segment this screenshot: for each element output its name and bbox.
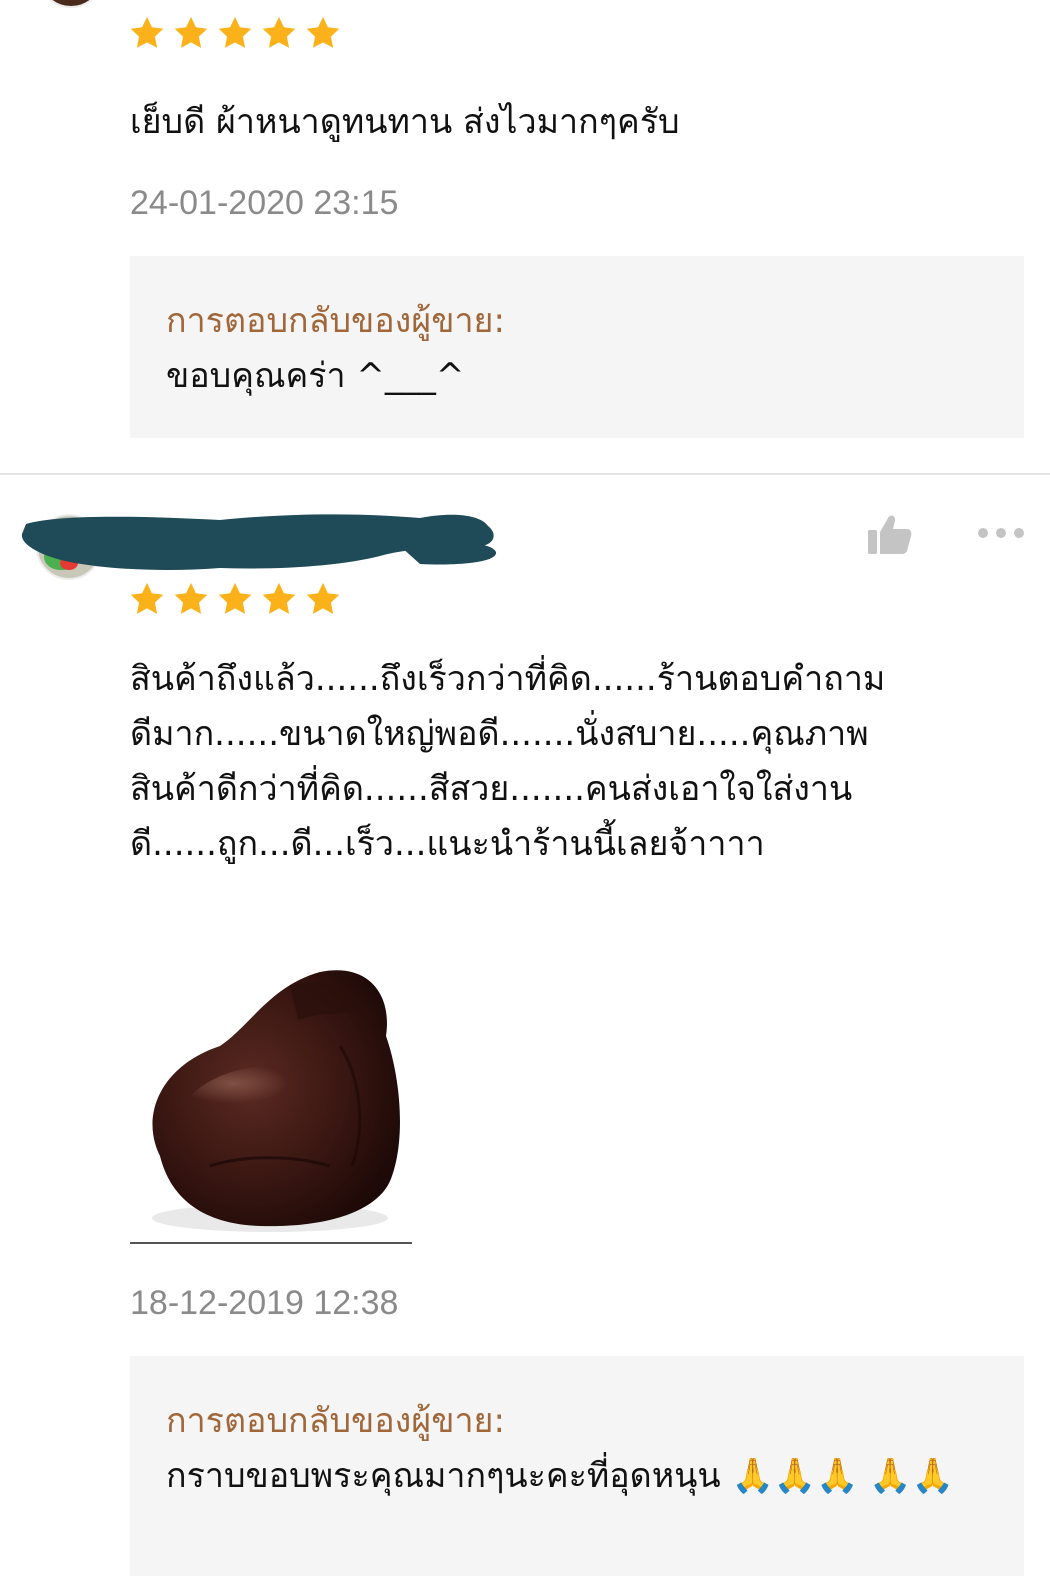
star-icon (306, 16, 340, 48)
review-timestamp: 24-01-2020 23:15 (130, 184, 399, 222)
seller-reply-box: การตอบกลับของผู้ขาย: กราบขอบพระคุณมากๆนะ… (130, 1356, 1024, 1576)
rating-stars (128, 14, 342, 52)
thumbs-up-icon[interactable] (866, 512, 912, 556)
seller-reply-text: กราบขอบพระคุณมากๆนะคะที่อุดหนุน 🙏🙏🙏 🙏🙏 (166, 1456, 954, 1496)
review-timestamp: 18-12-2019 12:38 (130, 1284, 399, 1322)
seller-reply-label: การตอบกลับของผู้ขาย: (166, 1401, 505, 1441)
bean-bag-image (152, 970, 400, 1232)
star-icon (262, 582, 296, 614)
review-comment-line: ดีมาก......ขนาดใหญ่พอดี.......นั่งสบาย..… (130, 714, 869, 754)
review-comment-line: ดี......ถูก...ดี...เร็ว...แนะนำร้านนี้เล… (130, 824, 765, 864)
star-icon (218, 582, 252, 614)
username-redaction (21, 514, 497, 570)
star-icon (218, 16, 252, 48)
seller-reply-box: การตอบกลับของผู้ขาย: ขอบคุณคร่า ^___^ (130, 256, 1024, 438)
seller-reply-label: การตอบกลับของผู้ขาย: (166, 301, 505, 341)
more-options-icon[interactable] (974, 522, 1028, 544)
review-card: เย็บดี ผ้าหนาดูทนทาน ส่งไวมากๆครับ 24-01… (0, 0, 1050, 474)
star-icon (174, 582, 208, 614)
seller-reply-text: ขอบคุณคร่า ^___^ (166, 356, 465, 396)
reviewer-avatar[interactable] (38, 0, 104, 8)
rating-stars (128, 580, 342, 618)
star-icon (130, 582, 164, 614)
star-icon (262, 16, 296, 48)
review-comment: เย็บดี ผ้าหนาดูทนทาน ส่งไวมากๆครับ (130, 102, 680, 142)
star-icon (130, 16, 164, 48)
review-comment: สินค้าถึงแล้ว......ถึงเร็วกว่าที่คิด....… (130, 652, 1010, 872)
star-icon (174, 16, 208, 48)
review-comment-line: สินค้าถึงแล้ว......ถึงเร็วกว่าที่คิด....… (130, 659, 886, 699)
star-icon (306, 582, 340, 614)
review-photo[interactable] (130, 956, 412, 1244)
review-comment-line: สินค้าดีกว่าที่คิด......สีสวย.......คนส่… (130, 769, 853, 809)
